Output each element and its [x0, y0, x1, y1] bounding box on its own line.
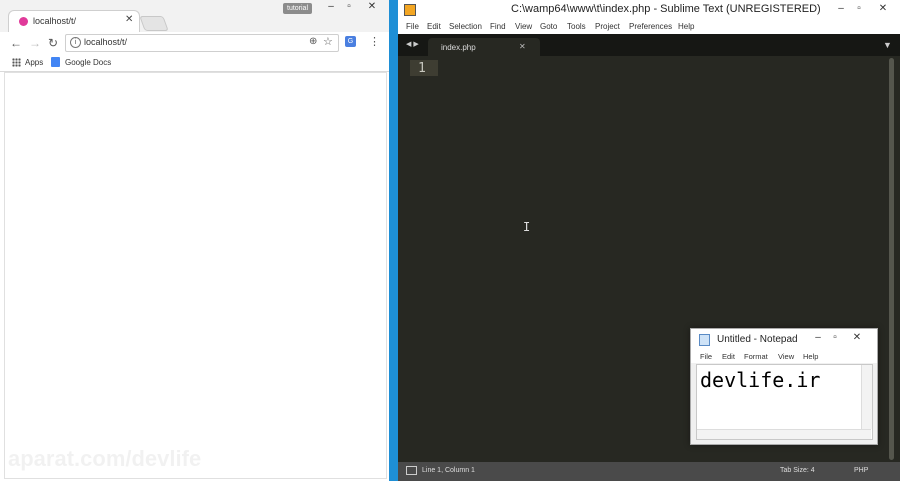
minimize-icon[interactable]: – — [809, 331, 827, 345]
maximize-icon[interactable]: ▫ — [850, 2, 868, 16]
chrome-window: localhost/t/ ✕ tutorial – ▫ ✕ ← → ↻ i lo… — [0, 0, 389, 481]
menu-help[interactable]: Help — [678, 22, 694, 31]
menu-project[interactable]: Project — [595, 22, 620, 31]
tab-nav-arrows-icon[interactable]: ◀ ▶ — [406, 40, 419, 48]
profile-badge[interactable]: tutorial — [283, 3, 313, 14]
chrome-tab-title: localhost/t/ — [33, 16, 77, 26]
menu-tools[interactable]: Tools — [567, 22, 586, 31]
notepad-window-title: Untitled - Notepad — [717, 334, 798, 345]
bookmark-star-icon[interactable]: ☆ — [323, 35, 333, 48]
menu-goto[interactable]: Goto — [540, 22, 557, 31]
editor-scrollbar[interactable] — [889, 58, 894, 460]
panel-toggle-icon[interactable] — [406, 466, 417, 475]
editor-tab-name: index.php — [441, 43, 476, 52]
minimize-icon[interactable]: – — [832, 2, 850, 16]
menu-edit[interactable]: Edit — [722, 352, 735, 361]
maximize-icon[interactable]: ▫ — [340, 0, 358, 14]
new-tab-button[interactable] — [139, 16, 169, 31]
chrome-menu-icon[interactable]: ⋮ — [369, 35, 380, 48]
maximize-icon[interactable]: ▫ — [826, 331, 844, 345]
line-number: 1 — [418, 61, 426, 76]
chrome-toolbar: ← → ↻ i localhost/t/ ⊕ ☆ G ⋮ — [0, 32, 389, 54]
reload-icon[interactable]: ↻ — [48, 36, 58, 50]
status-position: Line 1, Column 1 — [422, 467, 475, 474]
notepad-titlebar: Untitled - Notepad – ▫ ✕ — [691, 329, 877, 349]
status-bar: Line 1, Column 1 Tab Size: 4 PHP — [398, 462, 900, 481]
sublime-app-icon — [404, 4, 416, 16]
menu-edit[interactable]: Edit — [427, 22, 441, 31]
tab-dropdown-icon[interactable]: ▼ — [883, 40, 892, 50]
notepad-window: Untitled - Notepad – ▫ ✕ File Edit Forma… — [690, 328, 878, 445]
notepad-content[interactable]: devlife.ir — [700, 368, 820, 392]
sublime-tabbar: ◀ ▶ index.php ✕ ▼ — [398, 34, 900, 56]
tab-close-icon[interactable]: ✕ — [519, 42, 526, 51]
notepad-vertical-scrollbar[interactable] — [861, 365, 872, 429]
editor-tab[interactable]: index.php ✕ — [428, 38, 540, 56]
zoom-icon[interactable]: ⊕ — [309, 36, 317, 47]
menu-format[interactable]: Format — [744, 352, 768, 361]
minimize-icon[interactable]: – — [322, 0, 340, 14]
page-viewport[interactable] — [4, 72, 387, 479]
notepad-app-icon — [699, 334, 710, 346]
notepad-menubar: File Edit Format View Help — [691, 349, 877, 363]
menu-view[interactable]: View — [778, 352, 794, 361]
menu-help[interactable]: Help — [803, 352, 818, 361]
address-bar[interactable]: i localhost/t/ ⊕ ☆ — [65, 34, 339, 52]
menu-preferences[interactable]: Preferences — [629, 22, 672, 31]
sublime-titlebar: C:\wamp64\www\t\index.php - Sublime Text… — [398, 0, 900, 19]
bookmark-apps[interactable]: Apps — [25, 58, 43, 67]
menu-find[interactable]: Find — [490, 22, 506, 31]
close-icon[interactable]: ✕ — [874, 2, 892, 16]
menu-file[interactable]: File — [700, 352, 712, 361]
forward-arrow-icon[interactable]: → — [29, 36, 41, 50]
close-icon[interactable]: ✕ — [363, 0, 381, 14]
apps-icon[interactable] — [12, 58, 21, 67]
close-icon[interactable]: ✕ — [848, 331, 866, 345]
bookmarks-bar: Apps Google Docs — [0, 54, 389, 72]
address-text[interactable]: localhost/t/ — [84, 37, 127, 47]
chrome-tab[interactable]: localhost/t/ ✕ — [8, 10, 140, 33]
google-docs-icon[interactable] — [51, 57, 60, 67]
chrome-titlebar: localhost/t/ ✕ tutorial – ▫ ✕ — [0, 0, 389, 33]
info-icon[interactable]: i — [70, 37, 81, 48]
bookmark-google-docs[interactable]: Google Docs — [65, 58, 111, 67]
notepad-text-area[interactable]: devlife.ir — [696, 364, 873, 440]
status-syntax[interactable]: PHP — [854, 467, 868, 474]
notepad-horizontal-scrollbar[interactable] — [697, 429, 871, 439]
menu-selection[interactable]: Selection — [449, 22, 482, 31]
menu-view[interactable]: View — [515, 22, 532, 31]
tab-close-icon[interactable]: ✕ — [125, 14, 133, 25]
sublime-window-title: C:\wamp64\www\t\index.php - Sublime Text… — [511, 3, 821, 15]
back-arrow-icon[interactable]: ← — [10, 36, 22, 50]
site-favicon-icon — [19, 17, 28, 26]
status-tab-size[interactable]: Tab Size: 4 — [780, 467, 815, 474]
translate-icon[interactable]: G — [345, 36, 356, 47]
watermark: aparat.com/devlife — [8, 446, 202, 471]
menu-file[interactable]: File — [406, 22, 419, 31]
sublime-menubar: File Edit Selection Find View Goto Tools… — [398, 19, 900, 34]
text-cursor-icon: I — [523, 220, 531, 234]
